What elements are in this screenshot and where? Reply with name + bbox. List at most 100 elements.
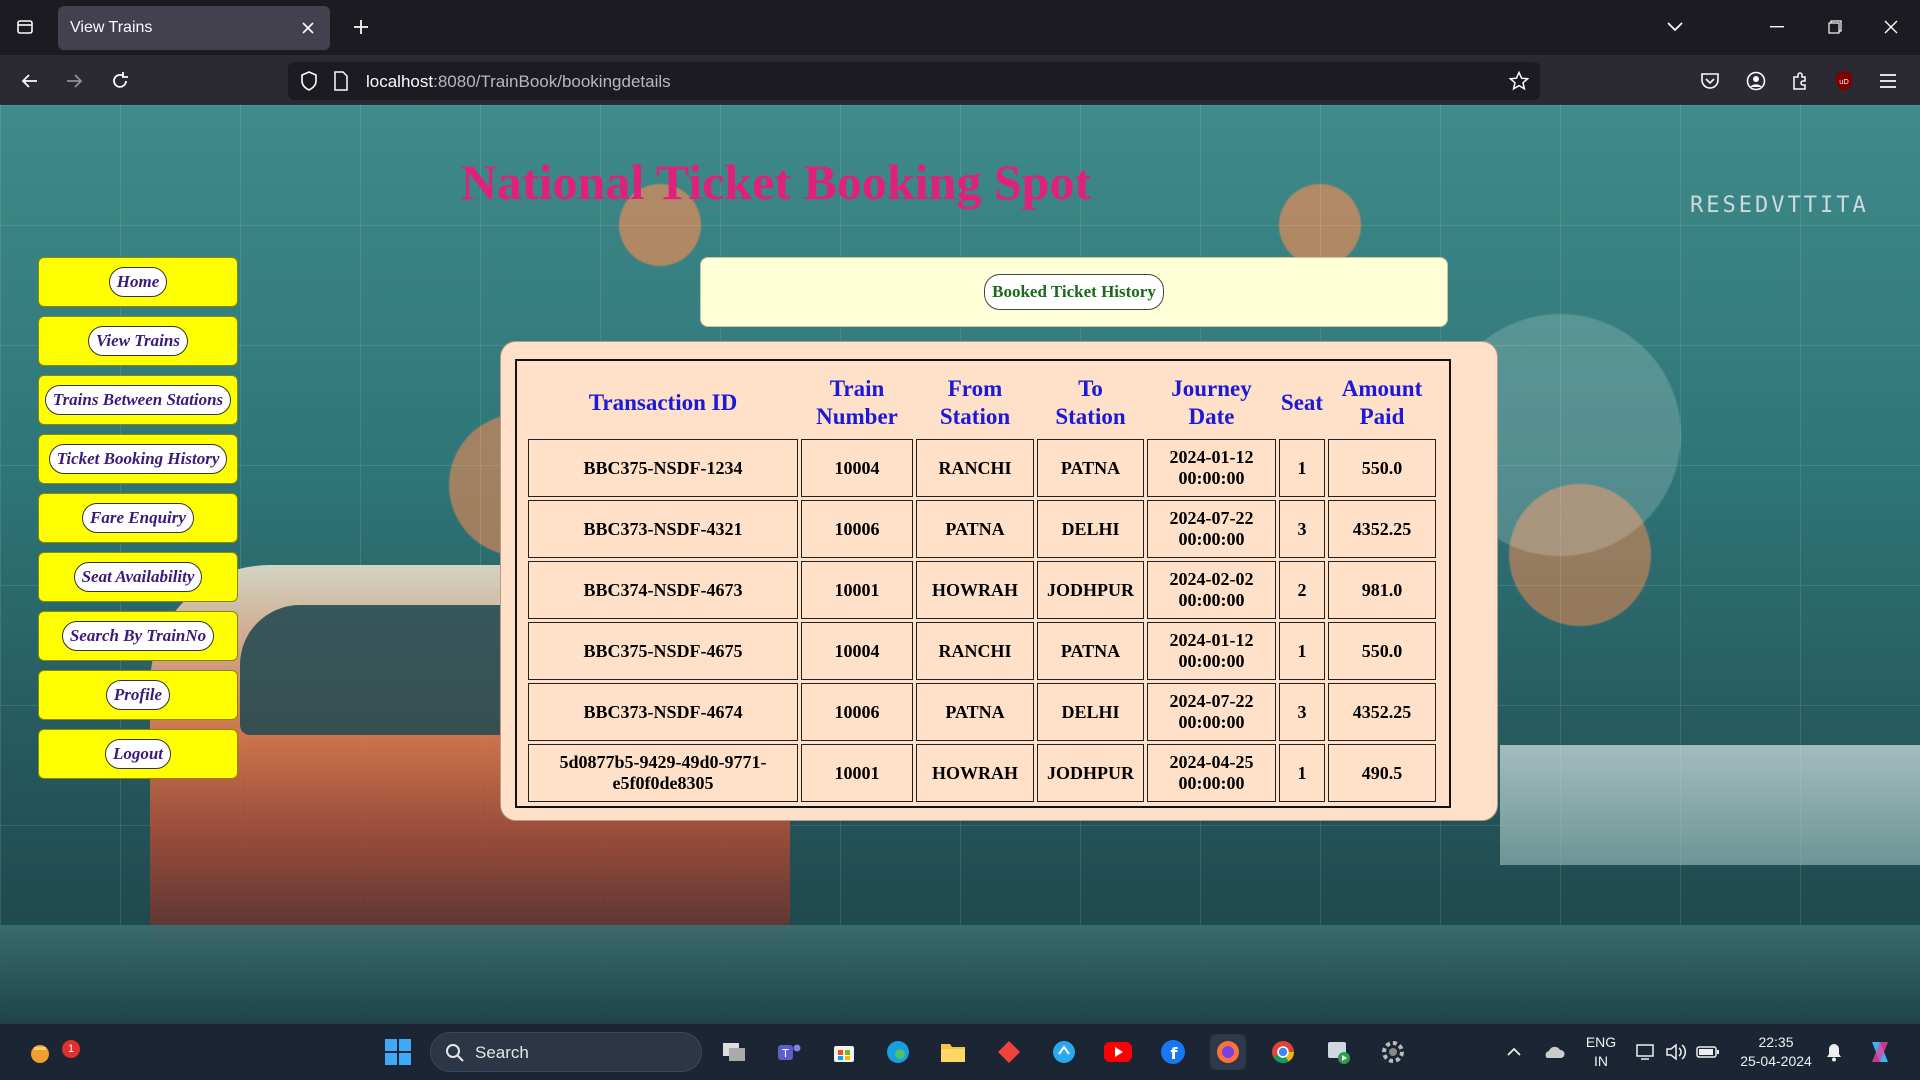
search-label: Search: [475, 1043, 529, 1062]
cell-seat: 3: [1279, 683, 1325, 741]
background-rails: [0, 925, 1920, 1023]
tab-title: View Trains: [70, 19, 153, 36]
sidebar-item-trains-between-stations[interactable]: Trains Between Stations: [38, 375, 238, 425]
notification-bell-icon[interactable]: [1816, 1034, 1852, 1070]
language-indicator[interactable]: ENG IN: [1580, 1033, 1622, 1071]
edge-icon[interactable]: [880, 1034, 916, 1070]
reload-icon[interactable]: [104, 65, 136, 97]
menu-label[interactable]: Trains Between Stations: [44, 385, 232, 415]
ublock-icon[interactable]: uD: [1828, 65, 1860, 97]
volume-icon[interactable]: [1658, 1034, 1694, 1070]
page-viewport: RESEDVTTITA National Ticket Booking Spot…: [0, 105, 1920, 1023]
facebook-icon[interactable]: f: [1155, 1034, 1191, 1070]
cell-to-station: PATNA: [1037, 622, 1144, 680]
shield-icon[interactable]: [296, 68, 322, 94]
cell-transaction-id: BBC373-NSDF-4674: [528, 683, 798, 741]
file-explorer-icon[interactable]: [935, 1034, 971, 1070]
cell-amount-paid: 4352.25: [1328, 683, 1436, 741]
settings-gear-icon[interactable]: [1375, 1034, 1411, 1070]
pocket-icon[interactable]: [1694, 65, 1726, 97]
sidebar-item-home[interactable]: Home: [38, 257, 238, 307]
search-icon: [445, 1043, 465, 1068]
cell-amount-paid: 4352.25: [1328, 500, 1436, 558]
sidebar-item-seat-availability[interactable]: Seat Availability: [38, 552, 238, 602]
sidebar-item-fare-enquiry[interactable]: Fare Enquiry: [38, 493, 238, 543]
cell-amount-paid: 550.0: [1328, 439, 1436, 497]
menu-label[interactable]: Logout: [104, 739, 172, 769]
cell-train-number: 10001: [801, 561, 913, 619]
background-train-cars: [1500, 745, 1920, 865]
restore-icon[interactable]: [1818, 12, 1852, 42]
clock[interactable]: 22:35 25-04-2024: [1734, 1033, 1818, 1071]
sidebar-item-ticket-booking-history[interactable]: Ticket Booking History: [38, 434, 238, 484]
header-seat: Seat: [1280, 390, 1324, 415]
extensions-icon[interactable]: [1784, 65, 1816, 97]
table-row: BBC373-NSDF-4321 10006 PATNA DELHI 2024-…: [528, 500, 1436, 558]
list-all-tabs-icon[interactable]: [1658, 12, 1692, 42]
tray-chevron-up-icon[interactable]: [1496, 1034, 1532, 1070]
sidebar-item-search-by-trainno[interactable]: Search By TrainNo: [38, 611, 238, 661]
menu-label[interactable]: Fare Enquiry: [82, 503, 194, 533]
cell-transaction-id: 5d0877b5-9429-49d0-9771- e5f0f0de8305: [528, 744, 798, 802]
cell-train-number: 10006: [801, 500, 913, 558]
menu-label[interactable]: View Trains: [88, 326, 188, 356]
menu-label[interactable]: Search By TrainNo: [61, 621, 215, 651]
task-view-icon[interactable]: [716, 1034, 752, 1070]
copilot-icon[interactable]: [1862, 1034, 1898, 1070]
booking-table-frame: Transaction ID Train Number From Station T…: [515, 359, 1451, 808]
forward-arrow-icon[interactable]: [58, 65, 90, 97]
sidebar-item-view-trains[interactable]: View Trains: [38, 316, 238, 366]
cell-train-number: 10001: [801, 744, 913, 802]
anydesk-icon[interactable]: [991, 1034, 1027, 1070]
notification-badge: 1: [62, 1040, 80, 1058]
back-arrow-icon[interactable]: [14, 65, 46, 97]
start-windows-icon[interactable]: [380, 1034, 416, 1070]
cell-from-station: PATNA: [916, 683, 1034, 741]
cell-journey-date: 2024-02-02 00:00:00: [1147, 561, 1276, 619]
store-icon[interactable]: [826, 1034, 862, 1070]
menu-label[interactable]: Home: [108, 267, 168, 297]
close-window-icon[interactable]: [1874, 12, 1908, 42]
sidebar-item-logout[interactable]: Logout: [38, 729, 238, 779]
youtube-icon[interactable]: [1100, 1034, 1136, 1070]
cell-seat: 1: [1279, 622, 1325, 680]
menu-label[interactable]: Seat Availability: [73, 562, 203, 592]
cell-from-station: PATNA: [916, 500, 1034, 558]
url-bar[interactable]: localhost:8080/TrainBook/bookingdetails: [288, 62, 1540, 100]
cell-from-station: HOWRAH: [916, 561, 1034, 619]
menu-hamburger-icon[interactable]: [1872, 65, 1904, 97]
account-icon[interactable]: [1740, 65, 1772, 97]
cell-from-station: RANCHI: [916, 622, 1034, 680]
minimize-icon[interactable]: [1760, 12, 1794, 42]
new-tab-icon[interactable]: [346, 12, 376, 42]
cell-amount-paid: 550.0: [1328, 622, 1436, 680]
cell-amount-paid: 981.0: [1328, 561, 1436, 619]
cell-to-station: DELHI: [1037, 683, 1144, 741]
booking-table: Transaction ID Train Number From Station T…: [525, 367, 1439, 805]
close-tab-icon[interactable]: [296, 16, 320, 40]
header-amount-paid: Amount Paid: [1341, 376, 1423, 429]
menu-label[interactable]: Ticket Booking History: [48, 444, 228, 474]
sidebar-item-profile[interactable]: Profile: [38, 670, 238, 720]
taskbar-search-box[interactable]: Search: [430, 1032, 702, 1072]
firefox-icon[interactable]: [1210, 1034, 1246, 1070]
cell-to-station: PATNA: [1037, 439, 1144, 497]
media-player-icon[interactable]: [1320, 1034, 1356, 1070]
browser-tab[interactable]: View Trains: [58, 6, 330, 50]
url-text: localhost:8080/TrainBook/bookingdetails: [366, 72, 671, 91]
tab-list-icon[interactable]: [10, 12, 40, 42]
cell-train-number: 10004: [801, 439, 913, 497]
browser-nav-bar: localhost:8080/TrainBook/bookingdetails …: [0, 55, 1920, 105]
onedrive-icon[interactable]: [1536, 1034, 1572, 1070]
bookmark-star-icon[interactable]: [1506, 68, 1532, 94]
widgets-icon[interactable]: 1: [22, 1034, 80, 1070]
chrome-icon[interactable]: [1265, 1034, 1301, 1070]
menu-label[interactable]: Profile: [105, 680, 171, 710]
booked-ticket-history-button[interactable]: Booked Ticket History: [984, 274, 1164, 310]
browser-tab-bar: View Trains: [0, 0, 1920, 55]
teams-icon[interactable]: T: [771, 1034, 807, 1070]
battery-icon[interactable]: [1690, 1034, 1726, 1070]
cell-train-number: 10006: [801, 683, 913, 741]
page-icon[interactable]: [328, 68, 354, 94]
chat-app-icon[interactable]: [1046, 1034, 1082, 1070]
